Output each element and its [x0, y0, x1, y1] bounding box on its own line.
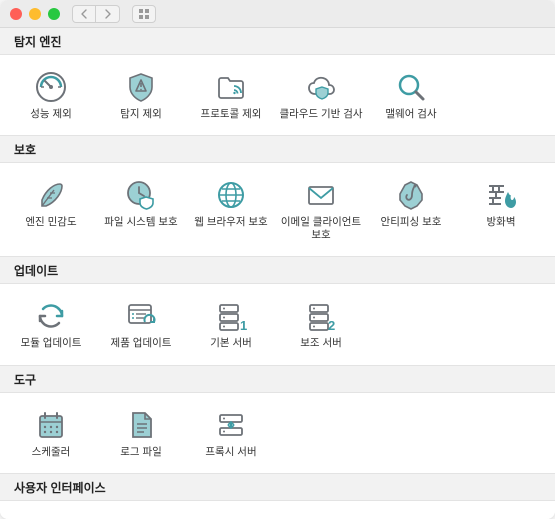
item-label: 제품 업데이트 [111, 337, 172, 350]
minimize-button[interactable] [29, 8, 41, 20]
grid-view-button[interactable] [132, 5, 156, 23]
mail-icon [303, 177, 339, 213]
item-label: 보조 서버 [300, 337, 342, 350]
titlebar [0, 0, 555, 28]
section-grid: 스케줄러 로그 파일 프록시 서버 [0, 393, 555, 473]
item-label: 프로토콜 제외 [201, 108, 262, 121]
hook-icon [393, 177, 429, 213]
folder-signal-icon [213, 69, 249, 105]
section-header: 탐지 엔진 [0, 28, 555, 55]
item-label: 클라우드 기반 검사 [279, 108, 362, 121]
item-label: 이메일 클라이언트 보호 [278, 216, 364, 242]
close-button[interactable] [10, 8, 22, 20]
section-grid: 시스템 통합애플리케이션 상태 [0, 501, 555, 519]
web-browser-protection[interactable]: 웹 브라우저 보호 [186, 173, 276, 250]
engine-sensitivity[interactable]: 엔진 민감도 [6, 173, 96, 250]
item-label: 탐지 제외 [120, 108, 162, 121]
secondary-server[interactable]: 보조 서버 [276, 294, 366, 358]
item-label: 프록시 서버 [205, 446, 256, 459]
window-controls [10, 8, 60, 20]
item-label: 웹 브라우저 보호 [194, 216, 267, 229]
feather-icon [33, 177, 69, 213]
protocol-exclusions[interactable]: 프로토콜 제외 [186, 65, 276, 129]
filesystem-protection[interactable]: 파일 시스템 보호 [96, 173, 186, 250]
brickfire-icon [483, 177, 519, 213]
malware-scan[interactable]: 맬웨어 검사 [366, 65, 456, 129]
item-label: 모듈 업데이트 [21, 337, 82, 350]
settings-window: 탐지 엔진성능 제외 탐지 제외 프로토콜 제외 클라우드 기반 검사 맬웨어 검사보호… [0, 0, 555, 519]
item-label: 방화벽 [487, 216, 516, 229]
calendar-icon [33, 407, 69, 443]
gauge-icon [33, 69, 69, 105]
section-grid: 모듈 업데이트 제품 업데이트 기본 서버 보조 서버 [0, 284, 555, 364]
item-label: 로그 파일 [120, 446, 162, 459]
system-integration[interactable]: 시스템 통합 [6, 511, 96, 519]
antiphishing-protection[interactable]: 안티피싱 보호 [366, 173, 456, 250]
primary-server[interactable]: 기본 서버 [186, 294, 276, 358]
scheduler[interactable]: 스케줄러 [6, 403, 96, 467]
status-list-icon [123, 515, 159, 519]
perf-exclusions[interactable]: 성능 제외 [6, 65, 96, 129]
proxy-server[interactable]: 프록시 서버 [186, 403, 276, 467]
item-label: 성능 제외 [30, 108, 72, 121]
section-header: 도구 [0, 365, 555, 393]
item-label: 맬웨어 검사 [385, 108, 436, 121]
window-refresh-icon [123, 298, 159, 334]
product-update[interactable]: 제품 업데이트 [96, 294, 186, 358]
item-label: 파일 시스템 보호 [104, 216, 177, 229]
section-grid: 엔진 민감도 파일 시스템 보호 웹 브라우저 보호 이메일 클라이언트 보호 안티피싱… [0, 163, 555, 256]
cloud-shield-icon [303, 69, 339, 105]
content-area: 탐지 엔진성능 제외 탐지 제외 프로토콜 제외 클라우드 기반 검사 맬웨어 검사보호… [0, 28, 555, 519]
item-label: 엔진 민감도 [25, 216, 76, 229]
magnify-icon [393, 69, 429, 105]
nav-buttons [72, 5, 120, 23]
zoom-button[interactable] [48, 8, 60, 20]
logfile-icon [123, 407, 159, 443]
section-grid: 성능 제외 탐지 제외 프로토콜 제외 클라우드 기반 검사 맬웨어 검사 [0, 55, 555, 135]
proxy-icon [213, 407, 249, 443]
application-status[interactable]: 애플리케이션 상태 [96, 511, 186, 519]
nodes-icon [33, 515, 69, 519]
cycle-icon [33, 298, 69, 334]
item-label: 안티피싱 보호 [381, 216, 442, 229]
item-label: 스케줄러 [32, 446, 71, 459]
email-client-protection[interactable]: 이메일 클라이언트 보호 [276, 173, 366, 250]
cloud-scan[interactable]: 클라우드 기반 검사 [276, 65, 366, 129]
detect-exclusions[interactable]: 탐지 제외 [96, 65, 186, 129]
back-button[interactable] [72, 5, 96, 23]
section-header: 업데이트 [0, 256, 555, 284]
section-header: 사용자 인터페이스 [0, 473, 555, 501]
forward-button[interactable] [96, 5, 120, 23]
server2-icon [303, 298, 339, 334]
firewall[interactable]: 방화벽 [456, 173, 546, 250]
shield-warn-icon [123, 69, 159, 105]
server1-icon [213, 298, 249, 334]
section-header: 보호 [0, 135, 555, 163]
globe-icon [213, 177, 249, 213]
log-files[interactable]: 로그 파일 [96, 403, 186, 467]
item-label: 기본 서버 [210, 337, 252, 350]
clock-shield-icon [123, 177, 159, 213]
module-update[interactable]: 모듈 업데이트 [6, 294, 96, 358]
